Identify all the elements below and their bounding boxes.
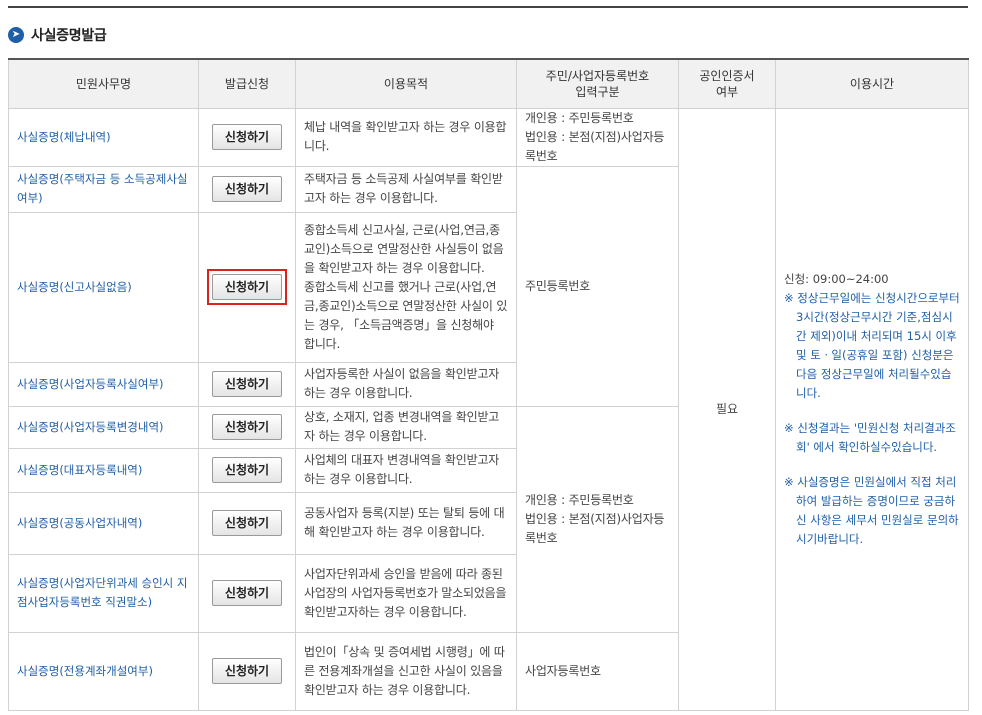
service-name[interactable]: 사실증명(신고사실없음) (8, 211, 199, 363)
time-note-1: ※ 정상근무일에는 신청시간으로부터 3시간(정상근무시간 기준,점심시간 제외… (784, 290, 960, 400)
purpose-text: 사업자단위과세 승인을 받음에 따라 종된 사업장의 사업자등록번호가 말소되었… (295, 553, 517, 633)
header-input-type-line1: 주민/사업자등록번호 (545, 68, 650, 83)
input-type-cell: 개인용 : 주민등록번호 법인용 : 본점(지점)사업자등록번호 (516, 405, 679, 633)
apply-button[interactable]: 신청하기 (212, 658, 282, 684)
purpose-text-part2: 종합소득세 신고를 했거나 근로(사업,연금,종교인)소득으로 연말정산한 사실… (304, 279, 508, 351)
purpose-text: 종합소득세 신고사실, 근로(사업,연금,종교인)소득으로 연말정산한 사실등이… (295, 211, 517, 363)
apply-cell: 신청하기 (198, 405, 296, 449)
apply-cell: 신청하기 (198, 447, 296, 493)
input-type-cell: 사업자등록번호 (516, 631, 679, 711)
header-cert: 공인인증서 여부 (678, 58, 776, 109)
service-name[interactable]: 사실증명(대표자등록내역) (8, 447, 199, 493)
service-name[interactable]: 사실증명(사업자단위과세 승인시 지점사업자등록번호 직권말소) (8, 553, 199, 633)
purpose-text-part1: 종합소득세 신고사실, 근로(사업,연금,종교인)소득으로 연말정산한 사실등이… (304, 222, 504, 275)
header-cert-line1: 공인인증서 (699, 68, 755, 83)
input-type-personal: 개인용 : 주민등록번호 (525, 492, 634, 507)
purpose-text: 주택자금 등 소득공제 사실여부를 확인받고자 하는 경우 이용합니다. (295, 165, 517, 213)
purpose-text: 사업자등록한 사실이 없음을 확인받고자 하는 경우 이용합니다. (295, 361, 517, 407)
service-name[interactable]: 사실증명(주택자금 등 소득공제사실여부) (8, 165, 199, 213)
apply-cell: 신청하기 (198, 553, 296, 633)
apply-cell: 신청하기 (198, 631, 296, 711)
apply-button[interactable]: 신청하기 (212, 510, 282, 536)
service-name[interactable]: 사실증명(사업자등록사실여부) (8, 361, 199, 407)
service-name[interactable]: 사실증명(사업자등록변경내역) (8, 405, 199, 449)
apply-button[interactable]: 신청하기 (212, 580, 282, 606)
input-type-corporate: 법인용 : 본점(지점)사업자등록번호 (525, 511, 665, 545)
apply-button[interactable]: 신청하기 (212, 274, 282, 300)
apply-cell: 신청하기 (198, 491, 296, 555)
time-note-3: ※ 사실증명은 민원실에서 직접 처리하여 발급하는 증명이므로 궁금하신 사항… (784, 474, 959, 546)
certificate-table: 민원사무명 발급신청 이용목적 주민/사업자등록번호 입력구분 공인인증서 여부… (8, 58, 969, 711)
header-apply: 발급신청 (198, 58, 296, 109)
cert-required: 필요 (678, 107, 776, 711)
header-time: 이용시간 (775, 58, 969, 109)
header-input-type-line2: 입력구분 (575, 84, 620, 99)
circle-arrow-icon: ➤ (8, 27, 24, 43)
section-title: 사실증명발급 (31, 28, 107, 44)
purpose-text: 체납 내역을 확인받고자 하는 경우 이용합니다. (295, 107, 517, 167)
header-name: 민원사무명 (8, 58, 199, 109)
input-type-cell: 주민등록번호 (516, 165, 679, 407)
apply-cell: 신청하기 (198, 165, 296, 213)
highlight-box: 신청하기 (207, 269, 287, 305)
purpose-text: 사업체의 대표자 변경내역을 확인받고자 하는 경우 이용합니다. (295, 447, 517, 493)
purpose-text: 공동사업자 등록(지분) 또는 탈퇴 등에 대해 확인받고자 하는 경우 이용합… (295, 491, 517, 555)
header-cert-line2: 여부 (715, 84, 739, 99)
header-input-type: 주민/사업자등록번호 입력구분 (516, 58, 679, 109)
service-name[interactable]: 사실증명(전용계좌개설여부) (8, 631, 199, 711)
apply-button[interactable]: 신청하기 (212, 124, 282, 150)
top-divider (8, 6, 968, 8)
input-type-corporate: 법인용 : 본점(지점)사업자등록번호 (525, 129, 665, 163)
time-note-2: ※ 신청결과는 '민원신청 처리결과조회' 에서 확인하실수있습니다. (784, 420, 956, 454)
apply-button[interactable]: 신청하기 (212, 414, 282, 440)
apply-button[interactable]: 신청하기 (212, 371, 282, 397)
apply-cell: 신청하기 (198, 361, 296, 407)
time-info: 신청: 09:00~24:00 ※ 정상근무일에는 신청시간으로부터 3시간(정… (775, 107, 969, 711)
purpose-text: 법인이「상속 및 증여세법 시행령」에 따른 전용계좌개설을 신고한 사실이 있… (295, 631, 517, 711)
table-row: 사실증명(체납내역) 신청하기 체납 내역을 확인받고자 하는 경우 이용합니다… (8, 107, 969, 711)
apply-button[interactable]: 신청하기 (212, 457, 282, 483)
input-type-personal: 개인용 : 주민등록번호 (525, 110, 634, 125)
input-type-cell: 개인용 : 주민등록번호 법인용 : 본점(지점)사업자등록번호 (516, 107, 679, 167)
purpose-text: 상호, 소재지, 업종 변경내역을 확인받고자 하는 경우 이용합니다. (295, 405, 517, 449)
time-hours: 신청: 09:00~24:00 (784, 271, 889, 286)
apply-cell: 신청하기 (198, 107, 296, 167)
service-name[interactable]: 사실증명(공동사업자내역) (8, 491, 199, 555)
header-purpose: 이용목적 (295, 58, 517, 109)
section-heading: ➤ 사실증명발급 (8, 24, 107, 46)
apply-cell: 신청하기 (198, 211, 296, 363)
apply-button[interactable]: 신청하기 (212, 176, 282, 202)
service-name[interactable]: 사실증명(체납내역) (8, 107, 199, 167)
table-header-row: 민원사무명 발급신청 이용목적 주민/사업자등록번호 입력구분 공인인증서 여부… (8, 58, 969, 109)
